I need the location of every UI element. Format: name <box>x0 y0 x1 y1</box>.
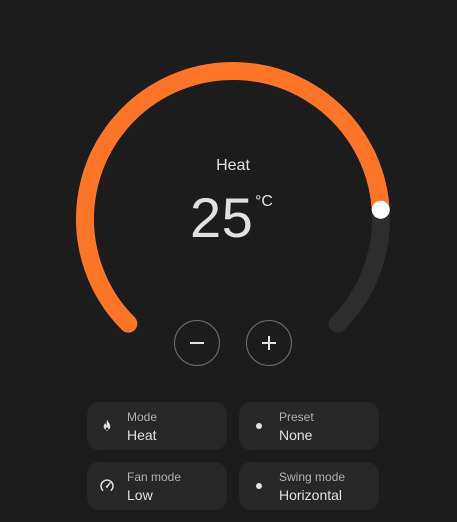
dot-icon <box>251 418 267 434</box>
fan-mode-chip[interactable]: Fan mode Low <box>87 462 227 510</box>
swing-mode-chip-value: Horizontal <box>279 487 343 503</box>
increase-temperature-button[interactable] <box>246 320 292 366</box>
temperature-track <box>328 200 390 333</box>
temperature-handle[interactable] <box>371 200 390 219</box>
preset-chip[interactable]: Preset None <box>239 402 379 450</box>
fan-mode-chip-value: Low <box>127 487 153 503</box>
decrease-temperature-button[interactable] <box>174 320 220 366</box>
hvac-mode-label: Heat <box>216 157 250 174</box>
target-temperature: 25 <box>190 186 254 249</box>
preset-chip-label: Preset <box>279 410 314 424</box>
fan-speed-icon <box>99 478 115 494</box>
flame-icon <box>99 418 115 434</box>
thermostat-dial: Heat 25 °C <box>0 0 457 400</box>
mode-chip-label: Mode <box>127 410 158 424</box>
dot-icon <box>251 478 267 494</box>
mode-chip[interactable]: Mode Heat <box>87 402 227 450</box>
minus-icon <box>189 335 205 351</box>
temperature-unit: °C <box>255 193 273 210</box>
swing-mode-chip-label: Swing mode <box>279 470 346 484</box>
mode-chip-value: Heat <box>127 427 157 443</box>
preset-chip-value: None <box>279 427 313 443</box>
plus-icon <box>261 335 277 351</box>
fan-mode-chip-label: Fan mode <box>127 470 182 484</box>
swing-mode-chip[interactable]: Swing mode Horizontal <box>239 462 379 510</box>
